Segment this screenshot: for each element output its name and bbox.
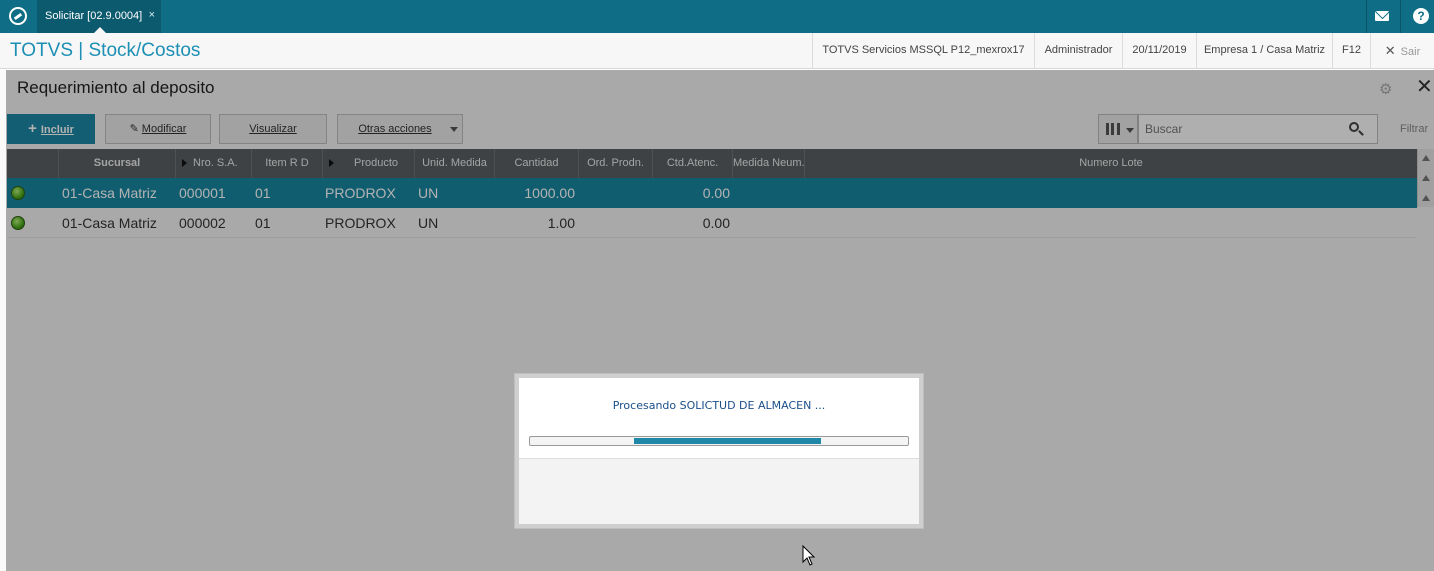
date-info[interactable]: 20/11/2019 bbox=[1122, 33, 1196, 68]
tab-close-icon[interactable]: × bbox=[149, 9, 155, 21]
divider bbox=[1400, 0, 1401, 33]
environment-info[interactable]: TOTVS Servicios MSSQL P12_mexrox17 bbox=[812, 33, 1034, 68]
company-info[interactable]: Empresa 1 / Casa Matriz bbox=[1196, 33, 1332, 68]
app-title: TOTVS | Stock/Costos bbox=[10, 40, 201, 61]
divider bbox=[1366, 0, 1367, 33]
totvs-logo-icon[interactable] bbox=[9, 7, 27, 25]
processing-message: Procesando SOLICTUD DE ALMACEN ... bbox=[612, 399, 826, 412]
progress-bar bbox=[529, 436, 909, 446]
mail-icon[interactable] bbox=[1375, 11, 1389, 21]
dialog-body: Procesando SOLICTUD DE ALMACEN ... bbox=[519, 378, 919, 524]
progress-fill bbox=[634, 438, 821, 444]
tab-label: Solicitar [02.9.0004] bbox=[45, 10, 143, 22]
mouse-cursor-icon bbox=[802, 545, 816, 566]
exit-button[interactable]: ✕ Sair bbox=[1370, 33, 1434, 68]
exit-label: Sair bbox=[1400, 46, 1421, 58]
user-info[interactable]: Administrador bbox=[1034, 33, 1122, 68]
window-edge bbox=[0, 70, 6, 571]
close-icon: ✕ bbox=[1384, 43, 1396, 58]
shortcut-f12[interactable]: F12 bbox=[1332, 33, 1370, 68]
tab-solicitar[interactable]: Solicitar [02.9.0004] × bbox=[37, 0, 161, 33]
app-header: TOTVS | Stock/Costos TOTVS Servicios MSS… bbox=[0, 33, 1434, 69]
help-icon[interactable]: ? bbox=[1413, 8, 1429, 24]
processing-dialog: Procesando SOLICTUD DE ALMACEN ... bbox=[514, 373, 924, 529]
top-bar: Solicitar [02.9.0004] × ? bbox=[0, 0, 1434, 33]
dialog-footer bbox=[519, 458, 919, 524]
